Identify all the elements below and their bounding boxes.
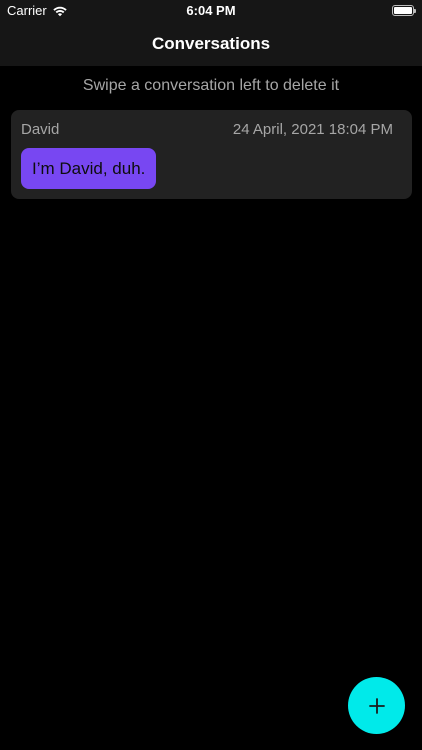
battery-tip	[414, 9, 416, 13]
message-bubble: I’m David, duh.	[21, 148, 157, 189]
conversation-name: David	[21, 121, 60, 138]
page-title: Conversations	[151, 34, 271, 53]
battery-icon	[392, 5, 416, 16]
status-bar: Carrier 6:04 PM	[0, 0, 422, 22]
swipe-hint: Swipe a conversation left to delete it	[82, 77, 340, 94]
plus-icon	[368, 697, 385, 714]
battery-level	[394, 7, 412, 14]
conversation-card[interactable]: David 24 April, 2021 18:04 PM I’m David,…	[11, 110, 412, 199]
add-conversation-button[interactable]	[348, 677, 405, 734]
conversation-date: 24 April, 2021 18:04 PM	[232, 121, 393, 138]
status-time: 6:04 PM	[186, 3, 236, 18]
navigation-bar: Conversations	[0, 22, 422, 66]
